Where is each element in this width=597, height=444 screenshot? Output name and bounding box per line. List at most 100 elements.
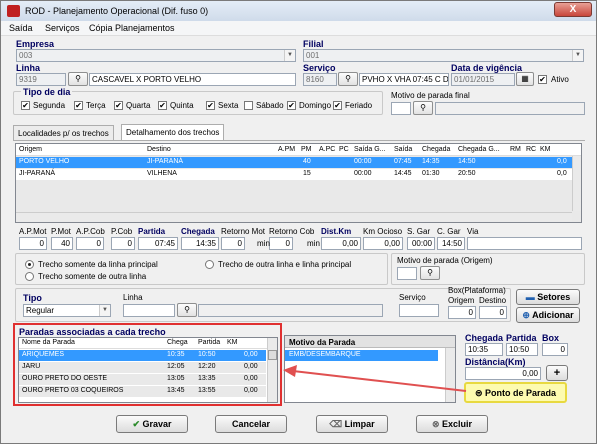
box-destino-label: Destino: [479, 296, 507, 305]
day-checkbox-1[interactable]: ✔: [74, 101, 83, 110]
adicionar-button[interactable]: ⊕ Adicionar: [516, 307, 580, 323]
motivo-title: Motivo da Parada: [289, 338, 356, 347]
vertical-scrollbar[interactable]: [572, 156, 581, 211]
linha-name-input[interactable]: CASCAVEL X PORTO VELHO: [89, 73, 296, 86]
calendar-icon[interactable]: ▦: [516, 72, 534, 86]
filial-select[interactable]: 001 ▼: [303, 49, 584, 62]
detalhe-input-8[interactable]: 0,00: [321, 237, 361, 250]
detalhe-input-3[interactable]: 0: [111, 237, 135, 250]
distancia-input[interactable]: 0,00: [465, 367, 541, 380]
day-checkbox-3[interactable]: ✔: [158, 101, 167, 110]
gravar-button[interactable]: ✔ Gravar: [116, 415, 188, 433]
paradas-col-0[interactable]: Nome da Parada: [22, 339, 75, 346]
binoculars-search-icon[interactable]: ⚲: [177, 303, 197, 317]
paradas-col-3[interactable]: KM: [227, 339, 238, 346]
close-button[interactable]: X: [554, 2, 592, 17]
paradas-title: Paradas associadas a cada trecho: [19, 327, 166, 337]
trechos-col-4[interactable]: A.PC: [319, 146, 335, 153]
motivo-parada-final-input[interactable]: [391, 102, 411, 115]
cancelar-button[interactable]: Cancelar: [215, 415, 287, 433]
binoculars-search-icon[interactable]: ⚲: [68, 72, 88, 86]
table-row[interactable]: ARIQUEMES 10:35 10:50 0,00: [19, 350, 266, 361]
tab-localidades[interactable]: Localidades p/ os trechos: [13, 125, 114, 140]
detalhe-input-1[interactable]: 40: [51, 237, 73, 250]
tipo-select[interactable]: Regular ▼: [23, 304, 111, 317]
scrollbar-thumb[interactable]: [268, 350, 277, 360]
ponto-parada-button[interactable]: ⊜ Ponto de Parada: [464, 382, 567, 403]
paradas-col-2[interactable]: Partida: [198, 339, 220, 346]
tipo-label: Tipo: [23, 293, 42, 303]
annotation-arrow: [283, 365, 467, 392]
table-row[interactable]: PORTO VELHO JI-PARANÁ 40 00:00 07:45 14:35 14:…: [16, 157, 572, 168]
detalhe-input-2[interactable]: 0: [76, 237, 104, 250]
table-row[interactable]: JARU 12:05 12:20 0,00: [19, 362, 266, 373]
partida-input[interactable]: 10:50: [506, 343, 538, 356]
table-row[interactable]: JI-PARANÁ VILHENA 15 00:00 14:45 01:30 20:50 0,…: [16, 169, 572, 180]
add-distance-button[interactable]: +: [546, 365, 568, 381]
menu-saida[interactable]: Saída: [9, 23, 33, 33]
tab-detalhamento[interactable]: Detalhamento dos trechos: [121, 124, 225, 140]
menu-servicos[interactable]: Serviços: [45, 23, 80, 33]
trechos-col-6[interactable]: Saída G...: [354, 146, 386, 153]
detalhe-input-4[interactable]: 07:45: [138, 237, 178, 250]
trechos-col-2[interactable]: A.PM: [278, 146, 295, 153]
horizontal-scrollbar[interactable]: [16, 212, 572, 222]
trechos-col-1[interactable]: Destino: [147, 146, 171, 153]
limpar-button[interactable]: ⌫ Limpar: [316, 415, 388, 433]
empresa-select[interactable]: 003 ▼: [16, 49, 296, 62]
box-destino-input[interactable]: 0: [479, 306, 507, 319]
detalhe-input-11[interactable]: 14:50: [437, 237, 465, 250]
detalhe-input-7[interactable]: 0: [269, 237, 293, 250]
chegada-input[interactable]: 10:35: [465, 343, 503, 356]
servico-desc-input[interactable]: PVHO X VHA 07:45 C D: [359, 73, 449, 86]
box-origem-input[interactable]: 0: [448, 306, 476, 319]
trecho-cell-destino: VILHENA: [147, 170, 177, 177]
table-row[interactable]: OURO PRETO 03 COQUEIROS 13:45 13:55 0,00: [19, 386, 266, 397]
day-checkbox-7[interactable]: ✔: [333, 101, 342, 110]
motivo-origem-input[interactable]: [397, 267, 417, 280]
trechos-col-3[interactable]: PM: [301, 146, 312, 153]
filtro-servico-input[interactable]: [399, 304, 439, 317]
radio-outra-e-principal[interactable]: [205, 260, 214, 269]
vertical-scrollbar[interactable]: [267, 338, 277, 402]
detalhe-input-5[interactable]: 14:35: [181, 237, 219, 250]
detalhe-input-9[interactable]: 0,00: [363, 237, 403, 250]
binoculars-search-icon[interactable]: ⚲: [413, 101, 433, 115]
trechos-col-9[interactable]: Chegada G...: [458, 146, 500, 153]
binoculars-search-icon[interactable]: ⚲: [338, 72, 358, 86]
menu-copia-planejamentos[interactable]: Cópia Planejamentos: [89, 23, 175, 33]
empresa-label: Empresa: [16, 39, 55, 49]
motivo-row[interactable]: EMB/DESEMBARQUE: [285, 350, 438, 361]
trechos-col-12[interactable]: KM: [540, 146, 551, 153]
trechos-col-0[interactable]: Origem: [19, 146, 42, 153]
day-checkbox-0[interactable]: ✔: [21, 101, 30, 110]
detalhe-label-9: Km Ocioso: [363, 227, 403, 236]
filtro-linha-input[interactable]: [123, 304, 175, 317]
setores-button[interactable]: ▬ Setores: [516, 289, 580, 305]
trechos-col-5[interactable]: PC: [339, 146, 349, 153]
ativo-checkbox[interactable]: ✔: [538, 75, 547, 84]
excluir-button[interactable]: ⊗ Excluir: [416, 415, 488, 433]
detalhe-input-10[interactable]: 00:00: [407, 237, 435, 250]
day-checkbox-6[interactable]: ✔: [287, 101, 296, 110]
table-row[interactable]: OURO PRETO DO OESTE 13:05 13:35 0,00: [19, 374, 266, 385]
trechos-col-8[interactable]: Chegada: [422, 146, 450, 153]
radio-linha-principal[interactable]: [25, 260, 34, 269]
day-checkbox-4[interactable]: ✔: [206, 101, 215, 110]
binoculars-search-icon[interactable]: ⚲: [420, 266, 440, 280]
filtro-linha-desc: [198, 304, 383, 317]
paradas-col-1[interactable]: Chega: [167, 339, 188, 346]
box-input[interactable]: 0: [542, 343, 568, 356]
trechos-col-7[interactable]: Saída: [394, 146, 412, 153]
trechos-col-11[interactable]: RC: [526, 146, 536, 153]
trechos-col-10[interactable]: RM: [510, 146, 521, 153]
linha-code-input[interactable]: 9319: [16, 73, 66, 86]
detalhe-input-12[interactable]: [467, 237, 582, 250]
day-checkbox-5[interactable]: [244, 101, 253, 110]
servico-code-input[interactable]: 8160: [303, 73, 337, 86]
detalhe-input-6[interactable]: 0: [221, 237, 245, 250]
detalhe-input-0[interactable]: 0: [19, 237, 47, 250]
vigencia-input[interactable]: 01/01/2015: [451, 73, 515, 86]
day-checkbox-2[interactable]: ✔: [114, 101, 123, 110]
radio-outra-linha[interactable]: [25, 272, 34, 281]
